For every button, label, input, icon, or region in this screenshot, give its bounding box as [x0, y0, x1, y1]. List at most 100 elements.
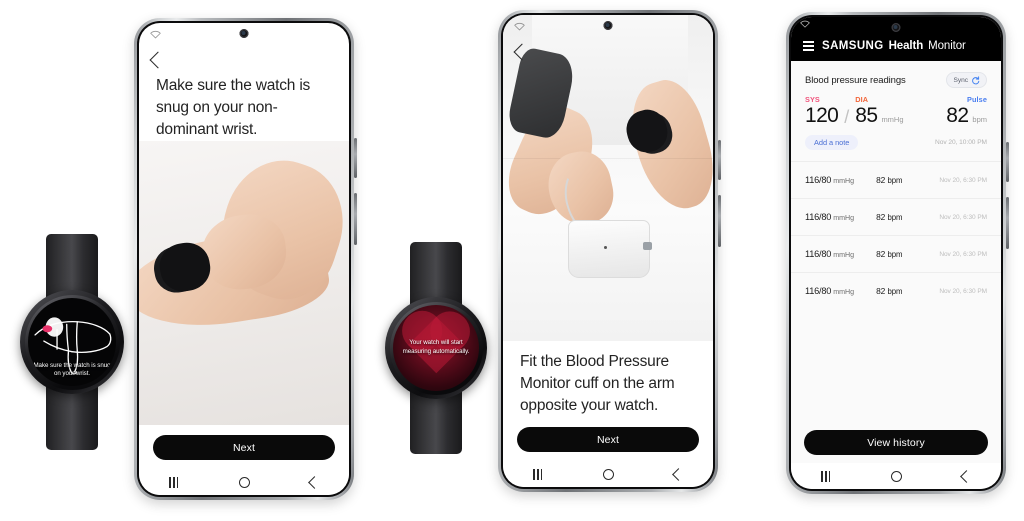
watch-body: Your watch will start measuring automati…: [385, 297, 487, 399]
device-connector: [642, 242, 652, 251]
phone2-navbar: [503, 461, 713, 487]
sys-value: 120: [805, 104, 839, 127]
phone2-instruction-title: Fit the Blood Pressure Monitor cuff on t…: [520, 353, 675, 414]
reading-pulse-unit: bpm: [887, 176, 903, 185]
blood-pressure-monitor-device: [568, 220, 652, 278]
pulse-group: Pulse 82 bpm: [946, 95, 987, 126]
dia-group: DIA 85: [855, 95, 878, 127]
front-camera: [891, 23, 901, 32]
sys-label: SYS: [805, 95, 820, 104]
reading-pulse: 82 bpm: [876, 175, 903, 185]
table-edge: [503, 158, 713, 160]
watch-instruction-text: Your watch will start measuring automati…: [402, 339, 470, 355]
table-row[interactable]: 116/80 mmHg 82 bpm Nov 20, 6:30 PM: [791, 198, 1001, 235]
watch-wear-instruction: Make sure the watch is snug on your wris…: [17, 234, 127, 450]
back-chevron-icon[interactable]: [513, 43, 531, 61]
sync-label: Sync: [953, 76, 969, 84]
refresh-icon: [972, 75, 980, 84]
reading-pulse-unit: bpm: [887, 250, 903, 259]
home-icon[interactable]: [602, 468, 614, 480]
pulse-value: 82: [946, 104, 969, 127]
phone2-volume-button[interactable]: [718, 140, 721, 180]
watch-bezel: Make sure the watch is snug on your wris…: [24, 294, 120, 390]
latest-reading-card: SYS 120 / DIA 85 mmHg Pulse 82 bpm Add a…: [791, 91, 1001, 161]
watch-face[interactable]: Make sure the watch is snug on your wris…: [28, 298, 116, 386]
phone2-text-area: Fit the Blood Pressure Monitor cuff on t…: [503, 341, 713, 417]
watch-face[interactable]: Your watch will start measuring automati…: [393, 305, 479, 391]
recents-icon[interactable]: [821, 470, 831, 482]
reading-pulse-unit: bpm: [887, 213, 903, 222]
phone3-screen: SAMSUNG Health Monitor Blood pressure re…: [791, 17, 1001, 489]
watch-bezel: Your watch will start measuring automati…: [389, 301, 483, 395]
reading-time: Nov 20, 6:30 PM: [939, 250, 987, 258]
app-content: Blood pressure readings Sync SYS 120 / D…: [791, 61, 1001, 463]
phone2-power-button[interactable]: [718, 195, 721, 247]
reading-bp: 116/80 mmHg: [805, 286, 855, 296]
pulse-label: Pulse: [967, 95, 987, 104]
add-a-note-button[interactable]: Add a note: [805, 135, 859, 150]
reading-bp-unit: mmHg: [833, 288, 855, 296]
phone2-screen: Fit the Blood Pressure Monitor cuff on t…: [503, 15, 713, 487]
table-row[interactable]: 116/80 mmHg 82 bpm Nov 20, 6:30 PM: [791, 272, 1001, 309]
next-button[interactable]: Next: [517, 427, 699, 452]
watch-measuring-instruction: Your watch will start measuring automati…: [381, 242, 491, 454]
readings-list[interactable]: 116/80 mmHg 82 bpm Nov 20, 6:30 PM 116/80…: [791, 161, 1001, 423]
phone1-volume-button[interactable]: [354, 138, 357, 178]
brand-samsung: SAMSUNG: [822, 40, 884, 52]
app-footer: View history: [791, 423, 1001, 463]
phone3-power-button[interactable]: [1006, 197, 1009, 249]
sync-button[interactable]: Sync: [945, 72, 987, 88]
brand-monitor: Monitor: [928, 40, 966, 52]
reading-bp: 116/80 mmHg: [805, 212, 855, 222]
phone2-button-area: Next: [503, 417, 713, 461]
readings-header: Blood pressure readings Sync: [791, 61, 1001, 91]
phone1-navbar: [139, 469, 349, 495]
reading-time: Nov 20, 6:30 PM: [939, 287, 987, 295]
phone2-back-bar: [503, 37, 541, 67]
reading-pulse-unit: bpm: [887, 287, 903, 296]
phone-health-monitor-app: SAMSUNG Health Monitor Blood pressure re…: [786, 12, 1009, 494]
dia-value: 85: [855, 104, 878, 127]
recents-icon[interactable]: [533, 468, 543, 480]
next-button[interactable]: Next: [153, 435, 335, 460]
section-title: Blood pressure readings: [805, 74, 906, 86]
hamburger-menu-icon[interactable]: [803, 41, 814, 51]
sys-group: SYS 120: [805, 95, 839, 127]
phone1-power-button[interactable]: [354, 193, 357, 245]
reading-pulse: 82 bpm: [876, 212, 903, 222]
phone2-photo: [503, 15, 713, 341]
app-brand-title: SAMSUNG Health Monitor: [822, 40, 966, 52]
watch-instruction-text: Make sure the watch is snug on your wris…: [33, 361, 111, 378]
phone1-photo: [139, 141, 349, 425]
pulse-row: 82 bpm: [946, 105, 987, 126]
recents-icon[interactable]: [169, 476, 179, 488]
wifi-icon: [800, 20, 810, 28]
table-row[interactable]: 116/80 mmHg 82 bpm Nov 20, 6:30 PM: [791, 161, 1001, 198]
phone3-volume-button[interactable]: [1006, 142, 1009, 182]
home-icon[interactable]: [890, 470, 902, 482]
home-icon[interactable]: [238, 476, 250, 488]
reading-pulse: 82 bpm: [876, 286, 903, 296]
front-camera: [603, 21, 613, 30]
phone-wear-watch: Make sure the watch is snug on your non-…: [134, 18, 357, 500]
phone1-instruction-title: Make sure the watch is snug on your non-…: [156, 77, 311, 138]
bp-separator: /: [844, 107, 850, 127]
phone1-screen: Make sure the watch is snug on your non-…: [139, 23, 349, 495]
reading-time: Nov 20, 6:30 PM: [939, 176, 987, 184]
watch-body: Make sure the watch is snug on your wris…: [20, 290, 124, 394]
pulse-unit: bpm: [972, 115, 987, 124]
back-icon[interactable]: [959, 469, 973, 483]
back-icon[interactable]: [671, 467, 685, 481]
vitals-row: SYS 120 / DIA 85 mmHg Pulse 82 bpm: [805, 95, 987, 126]
reading-bp-unit: mmHg: [833, 214, 855, 222]
phone1-button-area: Next: [139, 425, 349, 469]
back-icon[interactable]: [307, 475, 321, 489]
back-chevron-icon[interactable]: [149, 51, 167, 69]
note-row: Add a note Nov 20, 10:00 PM: [805, 126, 987, 161]
front-camera: [239, 29, 249, 38]
view-history-button[interactable]: View history: [804, 430, 988, 455]
reading-pulse: 82 bpm: [876, 249, 903, 259]
table-row[interactable]: 116/80 mmHg 82 bpm Nov 20, 6:30 PM: [791, 235, 1001, 272]
reading-bp: 116/80 mmHg: [805, 175, 855, 185]
phone3-navbar: [791, 463, 1001, 489]
